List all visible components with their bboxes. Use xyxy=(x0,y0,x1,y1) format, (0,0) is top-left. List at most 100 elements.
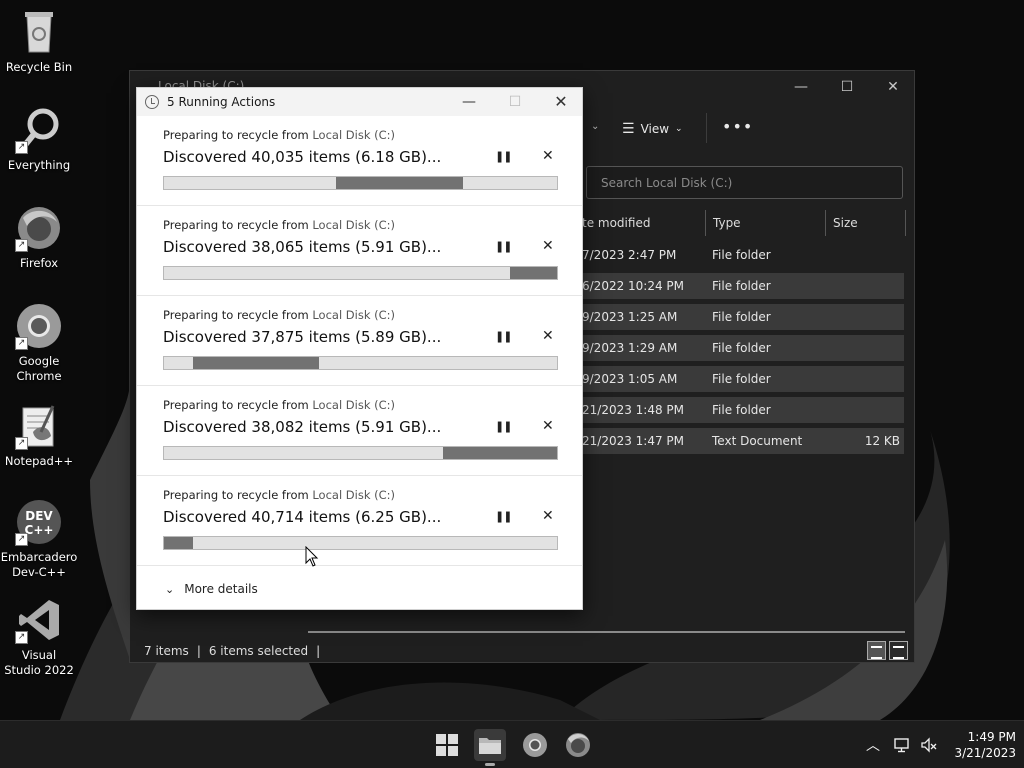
pause-button[interactable]: ❚❚ xyxy=(495,420,512,433)
toolbar-divider xyxy=(706,113,707,143)
operation-prefix: Preparing to recycle from xyxy=(163,218,313,232)
shortcut-arrow-icon: ↗ xyxy=(15,631,28,644)
table-row[interactable]: 9/2023 1:25 AM File folder xyxy=(582,304,904,330)
tray-overflow-chevron-icon[interactable]: ︿ xyxy=(866,735,880,755)
progress-bar xyxy=(163,176,558,190)
row-type: File folder xyxy=(712,248,771,262)
column-header-type[interactable]: Type xyxy=(713,216,741,230)
taskbar: ︿ 1:49 PM 3/21/2023 xyxy=(0,720,1024,768)
dev-cpp-icon: DEV C++ ↗ xyxy=(15,498,63,546)
operation-status: Discovered 40,714 items (6.25 GB)... xyxy=(163,508,442,526)
operation-subtitle: Preparing to recycle from Local Disk (C:… xyxy=(163,218,395,232)
shortcut-arrow-icon: ↗ xyxy=(15,533,28,546)
operation-prefix: Preparing to recycle from xyxy=(163,488,313,502)
operation-location-link[interactable]: Local Disk (C:) xyxy=(312,398,395,412)
chrome-icon: ↗ xyxy=(15,302,63,350)
cancel-button[interactable]: ✕ xyxy=(542,148,554,164)
desktop-icon-notepad-plus-plus[interactable]: ↗ Notepad++ xyxy=(2,402,76,469)
progress-bar xyxy=(163,446,558,460)
progress-bar xyxy=(163,536,558,550)
operation-status: Discovered 38,082 items (5.91 GB)... xyxy=(163,418,442,436)
desktop-icon-label: Notepad++ xyxy=(4,454,74,468)
operation-location-link[interactable]: Local Disk (C:) xyxy=(312,308,395,322)
cancel-button[interactable]: ✕ xyxy=(542,328,554,344)
horizontal-scrollbar[interactable] xyxy=(308,631,905,633)
folder-icon xyxy=(479,738,501,754)
firefox-icon: ↗ xyxy=(15,204,63,252)
explorer-close-button[interactable]: ✕ xyxy=(870,75,916,99)
table-row[interactable]: 21/2023 1:48 PM File folder xyxy=(582,397,904,423)
cancel-button[interactable]: ✕ xyxy=(542,418,554,434)
column-header-size[interactable]: Size xyxy=(833,216,858,230)
table-row[interactable]: 9/2023 1:29 AM File folder xyxy=(582,335,904,361)
cancel-button[interactable]: ✕ xyxy=(542,508,554,524)
taskbar-file-explorer[interactable] xyxy=(474,729,506,766)
pause-button[interactable]: ❚❚ xyxy=(495,150,512,163)
row-type: File folder xyxy=(712,310,771,324)
cancel-button[interactable]: ✕ xyxy=(542,238,554,254)
notepad-plus-plus-icon: ↗ xyxy=(15,402,63,450)
more-details-label: More details xyxy=(184,582,258,596)
column-separator[interactable] xyxy=(825,210,826,236)
operation-subtitle: Preparing to recycle from Local Disk (C:… xyxy=(163,488,395,502)
desktop-icon-google-chrome[interactable]: ↗ Google Chrome xyxy=(2,302,76,384)
operation-subtitle: Preparing to recycle from Local Disk (C:… xyxy=(163,398,395,412)
more-options-button[interactable]: ••• xyxy=(722,117,753,136)
operation-item: Preparing to recycle from Local Disk (C:… xyxy=(137,476,582,566)
operation-prefix: Preparing to recycle from xyxy=(163,308,313,322)
pause-button[interactable]: ❚❚ xyxy=(495,330,512,343)
operation-location-link[interactable]: Local Disk (C:) xyxy=(312,128,395,142)
clock-time: 1:49 PM xyxy=(967,730,1016,744)
row-type: File folder xyxy=(712,341,771,355)
operation-item: Preparing to recycle from Local Disk (C:… xyxy=(137,296,582,386)
chevron-down-icon[interactable]: ⌄ xyxy=(591,121,599,132)
tiles-view-button[interactable] xyxy=(889,641,908,660)
pause-button[interactable]: ❚❚ xyxy=(495,510,512,523)
column-separator[interactable] xyxy=(905,210,906,236)
start-button[interactable] xyxy=(431,729,463,761)
pause-button[interactable]: ❚❚ xyxy=(495,240,512,253)
network-icon[interactable] xyxy=(893,736,911,754)
progress-fill xyxy=(443,447,557,459)
table-row[interactable]: 21/2023 1:47 PM Text Document 12 KB xyxy=(582,428,904,454)
desktop-icon-visual-studio[interactable]: ↗ Visual Studio 2022 xyxy=(2,596,76,678)
search-input[interactable]: Search Local Disk (C:) xyxy=(586,166,903,199)
taskbar-chrome[interactable] xyxy=(519,729,551,761)
shortcut-arrow-icon: ↗ xyxy=(15,337,28,350)
column-separator[interactable] xyxy=(705,210,706,236)
desktop-icon-everything[interactable]: ↗ Everything xyxy=(2,106,76,173)
column-header-date-modified[interactable]: te modified xyxy=(582,216,650,230)
list-view-icon: ☰ xyxy=(622,121,635,137)
view-menu-button[interactable]: ☰ View ⌄ xyxy=(622,119,683,139)
windows-logo-icon xyxy=(436,734,458,756)
dialog-title-bar[interactable]: 5 Running Actions — ☐ ✕ xyxy=(137,88,582,116)
row-date: 9/2023 1:05 AM xyxy=(582,372,678,386)
table-row[interactable]: 9/2023 1:05 AM File folder xyxy=(582,366,904,392)
desktop-icon-label: Recycle Bin xyxy=(5,60,73,74)
dialog-close-button[interactable]: ✕ xyxy=(538,90,584,114)
operation-subtitle: Preparing to recycle from Local Disk (C:… xyxy=(163,128,395,142)
table-row[interactable]: 6/2022 10:24 PM File folder xyxy=(582,273,904,299)
taskbar-clock[interactable]: 1:49 PM 3/21/2023 xyxy=(946,729,1016,761)
operation-location-link[interactable]: Local Disk (C:) xyxy=(312,488,395,502)
explorer-minimize-button[interactable]: — xyxy=(778,75,824,99)
volume-muted-icon[interactable] xyxy=(920,736,938,754)
operation-status: Discovered 37,875 items (5.89 GB)... xyxy=(163,328,442,346)
desktop-icon-dev-cpp[interactable]: DEV C++ ↗ Embarcadero Dev-C++ xyxy=(1,498,77,580)
desktop-icon-firefox[interactable]: ↗ Firefox xyxy=(2,204,76,271)
operation-prefix: Preparing to recycle from xyxy=(163,398,313,412)
operation-item: Preparing to recycle from Local Disk (C:… xyxy=(137,116,582,206)
details-view-button[interactable] xyxy=(867,641,886,660)
table-row[interactable]: 7/2023 2:47 PM File folder xyxy=(582,242,904,268)
more-details-toggle[interactable]: ⌄ More details xyxy=(165,582,258,596)
running-actions-dialog[interactable]: 5 Running Actions — ☐ ✕ Preparing to rec… xyxy=(136,87,583,610)
operation-subtitle: Preparing to recycle from Local Disk (C:… xyxy=(163,308,395,322)
status-separator: | xyxy=(316,644,321,658)
desktop-icon-label: Visual Studio 2022 xyxy=(4,648,74,677)
status-separator: | xyxy=(196,644,201,658)
desktop-icon-recycle-bin[interactable]: Recycle Bin xyxy=(2,8,76,75)
dialog-minimize-button[interactable]: — xyxy=(446,90,492,114)
taskbar-firefox[interactable] xyxy=(562,729,594,761)
explorer-maximize-button[interactable]: ☐ xyxy=(824,75,870,99)
operation-location-link[interactable]: Local Disk (C:) xyxy=(312,218,395,232)
